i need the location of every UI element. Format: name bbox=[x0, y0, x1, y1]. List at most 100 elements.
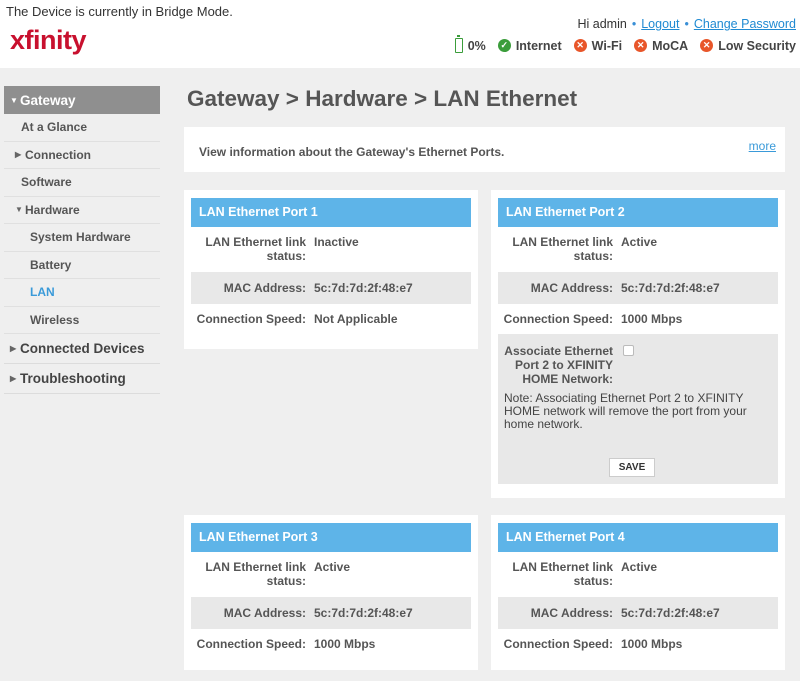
link-status-value: Active bbox=[621, 235, 658, 249]
speed-row: Connection Speed: Not Applicable bbox=[191, 304, 471, 334]
speed-value: 1000 Mbps bbox=[314, 637, 376, 651]
sidebar-item-at-a-glance[interactable]: At a Glance bbox=[4, 114, 160, 142]
link-status-label: LAN Ethernet link status: bbox=[205, 560, 306, 588]
speed-value: 1000 Mbps bbox=[621, 312, 683, 326]
caret-down-icon: ▼ bbox=[15, 205, 23, 215]
info-box: View information about the Gateway's Eth… bbox=[184, 127, 785, 172]
moca-label: MoCA bbox=[652, 38, 689, 53]
bridge-mode-note: The Device is currently in Bridge Mode. bbox=[6, 4, 233, 19]
speed-label: Connection Speed: bbox=[196, 637, 306, 651]
sidebar-nav: ▼ Gateway At a Glance ▶ Connection Softw… bbox=[4, 86, 160, 394]
more-link[interactable]: more bbox=[749, 139, 776, 153]
port-title: LAN Ethernet Port 1 bbox=[191, 198, 471, 227]
speed-value: Not Applicable bbox=[314, 312, 398, 326]
sidebar-item-wireless[interactable]: Wireless bbox=[4, 307, 160, 334]
security-label: Low Security bbox=[718, 38, 796, 53]
speed-label: Connection Speed: bbox=[503, 312, 613, 326]
associate-note: Note: Associating Ethernet Port 2 to XFI… bbox=[504, 391, 747, 431]
port-title: LAN Ethernet Port 3 bbox=[191, 523, 471, 552]
link-status-value: Active bbox=[621, 560, 658, 574]
sidebar-item-label: Troubleshooting bbox=[20, 371, 126, 386]
mac-value: 5c:7d:7d:2f:48:e7 bbox=[621, 606, 720, 620]
caret-right-icon: ▶ bbox=[15, 150, 22, 160]
internet-label: Internet bbox=[515, 38, 562, 53]
sidebar-item-label: Gateway bbox=[20, 92, 76, 108]
sidebar-item-connection[interactable]: ▶ Connection bbox=[4, 142, 160, 169]
link-status-row: LAN Ethernet link status: Active bbox=[498, 552, 778, 597]
internet-status[interactable]: ✓ Internet bbox=[497, 38, 562, 53]
sidebar-item-label: Hardware bbox=[25, 202, 80, 217]
sidebar-item-hardware[interactable]: ▼ Hardware bbox=[4, 197, 160, 224]
caret-right-icon: ▶ bbox=[10, 374, 17, 383]
battery-value: 0% bbox=[467, 38, 486, 53]
link-status-row: LAN Ethernet link status: Active bbox=[191, 552, 471, 597]
sidebar-item-software[interactable]: Software bbox=[4, 169, 160, 197]
sidebar-item-lan[interactable]: LAN bbox=[4, 279, 160, 307]
port-card-2: LAN Ethernet Port 2 LAN Ethernet link st… bbox=[491, 190, 785, 498]
associate-home-network-panel: Associate Ethernet Port 2 to XFINITY HOM… bbox=[498, 334, 778, 484]
speed-label: Connection Speed: bbox=[196, 312, 306, 326]
speed-row: Connection Speed: 1000 Mbps bbox=[498, 304, 778, 334]
speed-label: Connection Speed: bbox=[503, 637, 613, 651]
security-status[interactable]: ✕ Low Security bbox=[700, 39, 796, 53]
battery-status[interactable]: 0% bbox=[454, 35, 486, 53]
mac-label: MAC Address: bbox=[530, 606, 613, 620]
associate-checkbox[interactable] bbox=[623, 345, 634, 356]
logout-link[interactable]: Logout bbox=[641, 17, 679, 31]
greeting: Hi admin bbox=[577, 17, 627, 31]
moca-status[interactable]: ✕ MoCA bbox=[634, 39, 688, 53]
info-text: View information about the Gateway's Eth… bbox=[199, 145, 505, 159]
mac-label: MAC Address: bbox=[223, 606, 306, 620]
x-circle-icon: ✕ bbox=[573, 39, 587, 52]
port-card-4: LAN Ethernet Port 4 LAN Ethernet link st… bbox=[491, 515, 785, 670]
mac-value: 5c:7d:7d:2f:48:e7 bbox=[314, 606, 413, 620]
caret-right-icon: ▶ bbox=[10, 344, 17, 353]
save-button[interactable]: SAVE bbox=[609, 458, 655, 477]
port-card-1: LAN Ethernet Port 1 LAN Ethernet link st… bbox=[184, 190, 478, 349]
sidebar-item-gateway[interactable]: ▼ Gateway bbox=[4, 86, 160, 114]
separator-dot: • bbox=[631, 17, 637, 31]
mac-label: MAC Address: bbox=[223, 281, 306, 295]
link-status-value: Inactive bbox=[314, 235, 359, 249]
mac-value: 5c:7d:7d:2f:48:e7 bbox=[621, 281, 720, 295]
mac-row: MAC Address: 5c:7d:7d:2f:48:e7 bbox=[191, 597, 471, 629]
link-status-label: LAN Ethernet link status: bbox=[205, 235, 306, 263]
wifi-label: Wi-Fi bbox=[591, 38, 623, 53]
speed-row: Connection Speed: 1000 Mbps bbox=[498, 629, 778, 659]
caret-down-icon: ▼ bbox=[10, 95, 18, 105]
x-circle-icon: ✕ bbox=[634, 39, 648, 52]
mac-row: MAC Address: 5c:7d:7d:2f:48:e7 bbox=[498, 272, 778, 304]
page-title: Gateway > Hardware > LAN Ethernet bbox=[187, 86, 578, 111]
link-status-label: LAN Ethernet link status: bbox=[512, 560, 613, 588]
link-status-row: LAN Ethernet link status: Inactive bbox=[191, 227, 471, 272]
check-circle-icon: ✓ bbox=[497, 39, 511, 52]
speed-row: Connection Speed: 1000 Mbps bbox=[191, 629, 471, 659]
speed-value: 1000 Mbps bbox=[621, 637, 683, 651]
user-line: Hi admin • Logout • Change Password bbox=[578, 17, 797, 31]
mac-row: MAC Address: 5c:7d:7d:2f:48:e7 bbox=[191, 272, 471, 304]
change-password-link[interactable]: Change Password bbox=[694, 17, 796, 31]
status-bar: 0% ✓ Internet ✕ Wi-Fi ✕ MoCA ✕ Low Secur… bbox=[454, 35, 796, 53]
wifi-status[interactable]: ✕ Wi-Fi bbox=[573, 38, 623, 53]
port-title: LAN Ethernet Port 2 bbox=[498, 198, 778, 227]
link-status-row: LAN Ethernet link status: Active bbox=[498, 227, 778, 272]
port-title: LAN Ethernet Port 4 bbox=[498, 523, 778, 552]
mac-row: MAC Address: 5c:7d:7d:2f:48:e7 bbox=[498, 597, 778, 629]
separator-dot: • bbox=[684, 17, 689, 31]
associate-row: Associate Ethernet Port 2 to XFINITY HOM… bbox=[498, 344, 778, 386]
sidebar-item-label: Connected Devices bbox=[20, 341, 145, 356]
sidebar-item-label: Connection bbox=[25, 147, 91, 162]
mac-value: 5c:7d:7d:2f:48:e7 bbox=[314, 281, 413, 295]
xfinity-logo[interactable]: xfinity bbox=[10, 25, 87, 56]
link-status-value: Active bbox=[314, 560, 351, 574]
mac-label: MAC Address: bbox=[530, 281, 613, 295]
sidebar-item-troubleshooting[interactable]: ▶ Troubleshooting bbox=[4, 364, 160, 394]
sidebar-item-connected-devices[interactable]: ▶ Connected Devices bbox=[4, 334, 160, 364]
associate-label: Associate Ethernet Port 2 to XFINITY HOM… bbox=[504, 344, 613, 386]
port-card-3: LAN Ethernet Port 3 LAN Ethernet link st… bbox=[184, 515, 478, 670]
sidebar-item-system-hardware[interactable]: System Hardware bbox=[4, 224, 160, 252]
link-status-label: LAN Ethernet link status: bbox=[512, 235, 613, 263]
battery-icon bbox=[454, 35, 463, 53]
sidebar-item-battery[interactable]: Battery bbox=[4, 252, 160, 279]
x-circle-icon: ✕ bbox=[700, 39, 714, 52]
